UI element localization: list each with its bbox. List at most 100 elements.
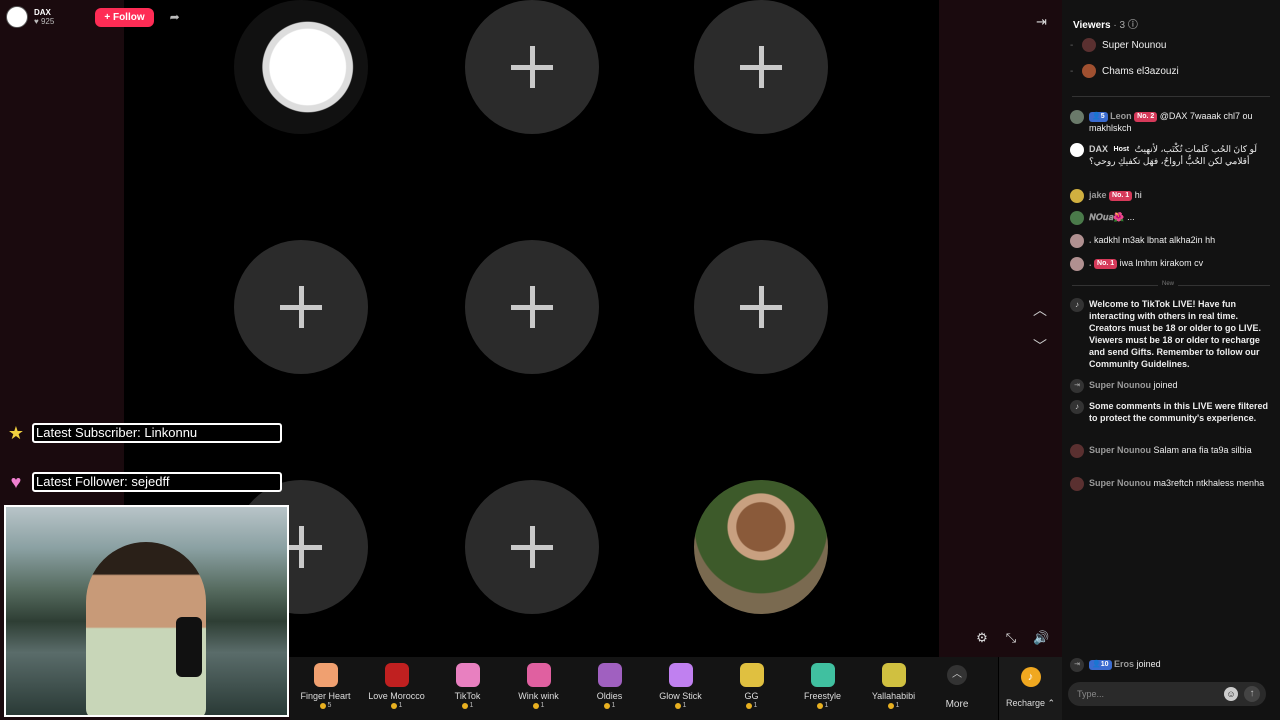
host-info[interactable]: DAX ♥ 925 + Follow ➦ xyxy=(6,6,184,28)
tiktok-icon xyxy=(455,663,480,687)
more-gifts-button[interactable]: ︿ More xyxy=(935,657,979,720)
coin-icon xyxy=(461,702,468,709)
price-value: 1 xyxy=(682,702,687,709)
chevron-down-icon[interactable]: ﹀ xyxy=(1033,336,1047,356)
level-value: 5 xyxy=(1100,113,1105,120)
chat-message[interactable]: . No. 1 iwa lmhm kirakom cv xyxy=(1070,257,1272,271)
add-guest-slot[interactable] xyxy=(694,240,828,374)
message-text: ... xyxy=(1127,212,1135,222)
chat-message[interactable]: jake No. 1 hi xyxy=(1070,189,1272,203)
join-text: joined xyxy=(1153,380,1178,390)
chat-message[interactable]: Super Nounou ma3reftch ntkhaless menha xyxy=(1070,477,1272,491)
add-guest-slot[interactable] xyxy=(465,0,599,134)
chat-message[interactable]: 𝑵𝑶𝒖𝒂🌺 ... xyxy=(1070,211,1272,225)
plus-icon xyxy=(511,286,553,328)
gift-item[interactable]: Finger Heart 5 xyxy=(290,657,361,720)
host-avatar[interactable] xyxy=(6,6,28,28)
microphone xyxy=(176,617,202,677)
gift-item[interactable]: Yallahabibi 1 xyxy=(858,657,929,720)
dash: - xyxy=(1070,39,1074,51)
user-avatar xyxy=(1070,257,1084,271)
recharge-button[interactable]: ♪ Recharge ⌃ xyxy=(998,657,1062,720)
level-badge: 👤5 xyxy=(1089,112,1108,122)
gg-icon xyxy=(739,663,764,687)
gift-name: GG xyxy=(744,691,759,701)
gift-item[interactable]: Love Morocco 1 xyxy=(361,657,432,720)
user-avatar xyxy=(1070,444,1084,458)
chat-message[interactable]: Super Nounou Salam ana fia ta9a silbia xyxy=(1070,444,1272,458)
add-guest-slot[interactable] xyxy=(465,240,599,374)
message-body: . No. 1 iwa lmhm kirakom cv xyxy=(1089,257,1203,271)
viewer-name: Super Nounou xyxy=(1102,39,1167,51)
user-avatar xyxy=(1070,211,1084,225)
emoji-icon[interactable]: ☺ xyxy=(1224,687,1238,701)
user-name: . xyxy=(1089,235,1092,245)
user-avatar xyxy=(1070,477,1084,491)
chat-message[interactable]: . kadkhl m3ak lbnat alkha2in hh xyxy=(1070,234,1272,248)
gift-item[interactable]: Wink wink 1 xyxy=(503,657,574,720)
gift-item[interactable]: GG 1 xyxy=(716,657,787,720)
user-avatar xyxy=(1070,234,1084,248)
follower-banner: ♥ Latest Follower: sejedff xyxy=(6,472,282,492)
message-body: Super Nounou Salam ana fia ta9a silbia xyxy=(1089,444,1252,458)
user-avatar xyxy=(1070,110,1084,124)
message-text: ma3reftch ntkhaless menha xyxy=(1153,478,1265,488)
gift-item[interactable]: Freestyle 1 xyxy=(787,657,858,720)
collapse-chat-icon[interactable]: ⇥ xyxy=(1036,14,1047,30)
user-name: Leon xyxy=(1110,111,1132,121)
more-label: More xyxy=(945,699,969,710)
host-likes: ♥ 925 xyxy=(34,17,55,26)
guest-avatar-1[interactable] xyxy=(234,0,368,134)
minimize-icon[interactable]: ⤡ xyxy=(1003,630,1019,646)
volume-icon[interactable]: 🔊 xyxy=(1033,630,1049,646)
user-name: 𝑵𝑶𝒖𝒂🌺 xyxy=(1089,212,1125,222)
message-body: DAX Host لَو كانَ الحُب كَلمات تُكْتَب، … xyxy=(1089,143,1272,167)
join-icon: ⇥ xyxy=(1070,658,1084,672)
viewer-item[interactable]: - Chams el3azouzi xyxy=(1070,64,1179,78)
freestyle-icon xyxy=(810,663,835,687)
gift-item[interactable]: Oldies 1 xyxy=(574,657,645,720)
chat-message[interactable]: DAX Host لَو كانَ الحُب كَلمات تُكْتَب، … xyxy=(1070,143,1272,167)
plus-icon xyxy=(280,286,322,328)
gift-price: 1 xyxy=(887,702,900,709)
send-icon[interactable]: ↑ xyxy=(1244,686,1260,702)
share-icon[interactable]: ➦ xyxy=(170,11,184,23)
love-morocco-icon xyxy=(384,663,409,687)
price-value: 1 xyxy=(540,702,545,709)
chat-panel: Viewers · 3 ⓘ - Super Nounou - Chams el3… xyxy=(1062,0,1280,720)
message-body: . kadkhl m3ak lbnat alkha2in hh xyxy=(1089,234,1215,248)
price-value: 1 xyxy=(398,702,403,709)
guest-avatar-2[interactable] xyxy=(694,480,828,614)
join-message: ⇥ 👤10 Eros joined xyxy=(1070,658,1272,672)
chat-input[interactable] xyxy=(1077,689,1217,699)
settings-icon[interactable]: ⚙ xyxy=(974,630,990,646)
info-icon[interactable]: ⓘ xyxy=(1128,20,1138,31)
chat-input-box[interactable]: ☺ ↑ xyxy=(1068,682,1266,706)
viewer-item[interactable]: - Super Nounou xyxy=(1070,38,1167,52)
gift-name: Oldies xyxy=(596,691,623,701)
gift-item[interactable]: Glow Stick 1 xyxy=(645,657,716,720)
level-value: 10 xyxy=(1100,661,1109,668)
coin-icon xyxy=(745,702,752,709)
price-value: 1 xyxy=(895,702,900,709)
gift-price: 1 xyxy=(390,702,403,709)
rank-badge: No. 2 xyxy=(1134,112,1158,122)
coin-icon: ♪ xyxy=(1020,667,1041,687)
chat-message[interactable]: 👤5 Leon No. 2 @DAX 7waaak chl7 ou makhls… xyxy=(1070,110,1272,134)
gift-price: 1 xyxy=(745,702,757,709)
message-body: 👤5 Leon No. 2 @DAX 7waaak chl7 ou makhls… xyxy=(1089,110,1272,134)
add-guest-slot[interactable] xyxy=(234,240,368,374)
star-icon: ★ xyxy=(7,423,25,443)
message-body: Super Nounou joined xyxy=(1089,379,1178,393)
user-name[interactable]: Eros xyxy=(1114,659,1134,669)
system-message: ♪ Some comments in this LIVE were filter… xyxy=(1070,400,1272,424)
chevron-up-icon[interactable]: ︿ xyxy=(1033,300,1047,320)
user-name: Super Nounou xyxy=(1089,478,1151,488)
add-guest-slot[interactable] xyxy=(694,0,828,134)
add-guest-slot[interactable] xyxy=(465,480,599,614)
gift-item[interactable]: TikTok 1 xyxy=(432,657,503,720)
subscriber-banner: ★ Latest Subscriber: Linkonnu xyxy=(6,423,282,443)
follow-button[interactable]: + Follow xyxy=(95,7,154,27)
gift-name: Glow Stick xyxy=(659,691,702,701)
user-name[interactable]: Super Nounou xyxy=(1089,380,1151,390)
